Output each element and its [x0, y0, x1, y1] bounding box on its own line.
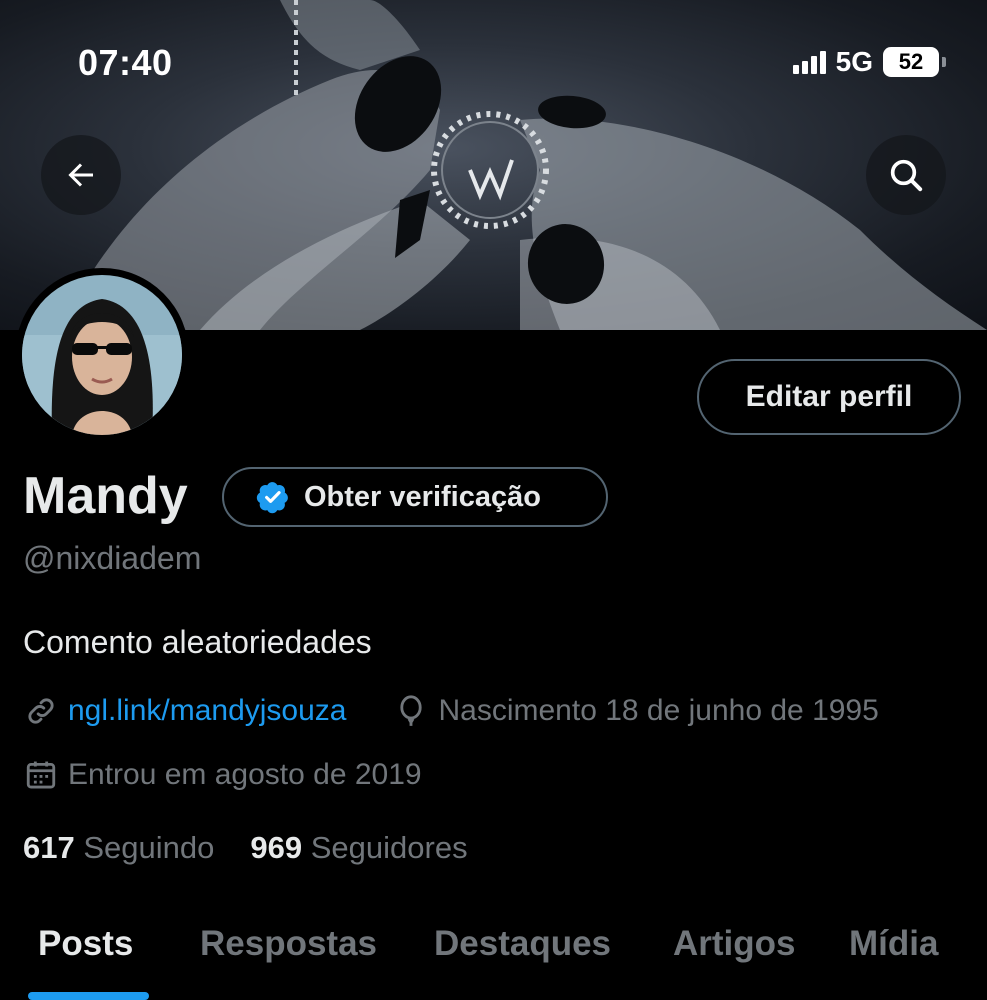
status-time: 07:40 — [78, 42, 173, 83]
signal-icon — [792, 50, 826, 74]
followers-count: 969 — [250, 830, 303, 865]
profile-handle: @nixdiadem — [23, 540, 202, 576]
status-icons: 5G 52 — [792, 46, 946, 78]
tab-media[interactable]: Mídia — [849, 924, 938, 964]
search-button[interactable] — [866, 135, 946, 215]
tab-posts[interactable]: Posts — [38, 924, 133, 964]
search-icon — [890, 159, 923, 192]
following-label: Seguindo — [83, 830, 215, 865]
tab-replies[interactable]: Respostas — [200, 924, 377, 964]
network-type: 5G — [835, 46, 873, 77]
back-button[interactable] — [41, 135, 121, 215]
following-link[interactable]: 617 Seguindo — [23, 830, 214, 866]
tab-highlights[interactable]: Destaques — [434, 924, 611, 964]
verified-badge-icon — [256, 482, 288, 514]
followers-link[interactable]: 969 Seguidores — [250, 830, 467, 866]
calendar-icon — [26, 761, 56, 789]
birth-date: Nascimento 18 de junho de 1995 — [438, 694, 879, 727]
profile-bio: Comento aleatoriedades — [23, 624, 372, 660]
arrow-left-icon — [68, 163, 93, 187]
follow-stats: 617 Seguindo 969 Seguidores — [23, 830, 468, 866]
profile-meta-row-joined: Entrou em agosto de 2019 — [24, 758, 422, 792]
active-tab-indicator — [28, 992, 149, 1000]
profile-tabs: Posts Respostas Destaques Artigos Mídia — [0, 918, 987, 1000]
battery-icon: 52 — [883, 47, 946, 77]
tab-articles[interactable]: Artigos — [673, 924, 796, 964]
balloon-icon — [400, 695, 423, 726]
avatar-image — [22, 275, 182, 435]
join-date: Entrou em agosto de 2019 — [68, 758, 422, 791]
get-verified-label: Obter verificação — [304, 480, 541, 513]
avatar[interactable] — [15, 268, 189, 442]
edit-profile-button[interactable]: Editar perfil — [697, 359, 961, 435]
profile-meta-row: ngl.link/mandyjsouza Nascimento 18 de ju… — [24, 694, 879, 728]
get-verified-button[interactable]: Obter verificação — [222, 467, 608, 527]
link-icon — [28, 698, 54, 724]
following-count: 617 — [23, 830, 75, 865]
profile-name: Mandy — [23, 467, 188, 525]
followers-label: Seguidores — [310, 830, 468, 865]
profile-link[interactable]: ngl.link/mandyjsouza — [68, 694, 346, 728]
